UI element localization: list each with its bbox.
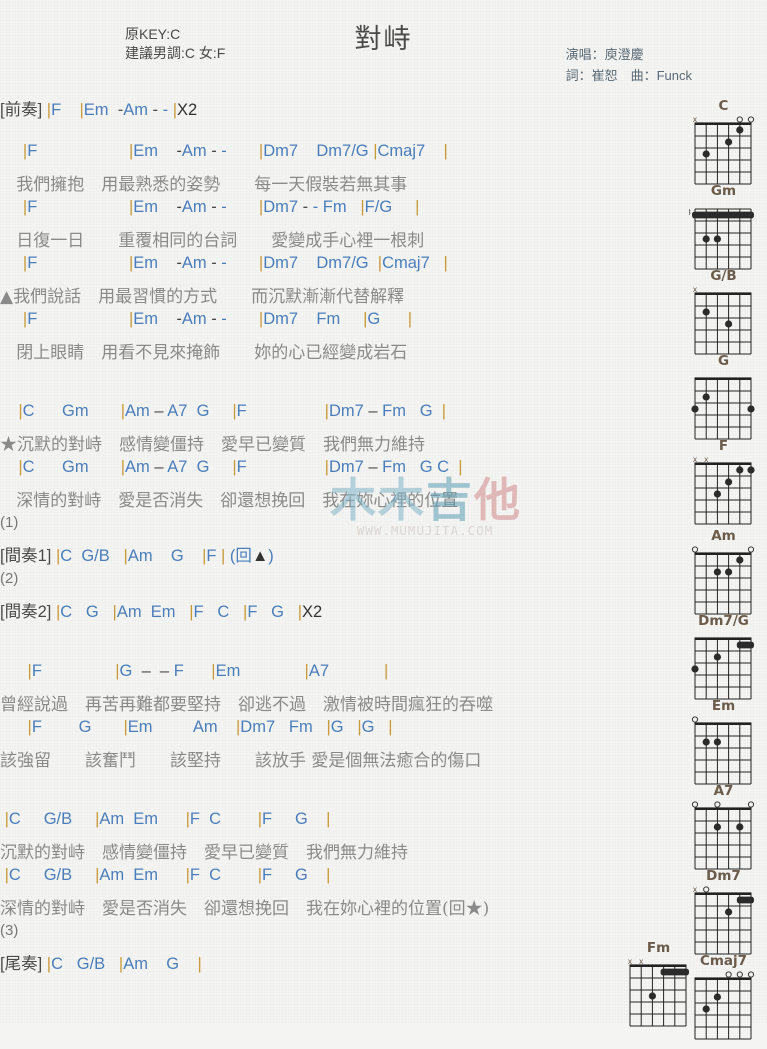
chord-diagram-label: C [718, 98, 729, 114]
lyric-line: 日復一日 重覆相同的台詞 愛變成手心裡一根刺 [0, 231, 425, 251]
lyric-line: ★沉默的對峙 感情變僵持 愛早已變質 我們無力維持 [0, 435, 425, 455]
chord-diagram-grid: 3 [685, 199, 762, 279]
chord-diagram-a7: A7 [685, 783, 762, 879]
lyric-line: 該強留 該奮鬥 該堅持 該放手 愛是個無法癒合的傷口 [0, 751, 482, 771]
lyric-line: 曾經說過 再苦再難都要堅持 卻逃不過 激情被時間瘋狂的吞噬 [0, 695, 493, 715]
chord-diagram-grid: x [685, 284, 762, 364]
chord-diagram-grid [685, 369, 762, 449]
chord-sheet: 原KEY:C 建議男調:C 女:F 對峙 演唱：庾澄慶 詞：崔恕 曲：Funck… [0, 0, 767, 1040]
chord-diagram-grid [685, 714, 762, 794]
chord-diagram-label: A7 [713, 783, 734, 799]
chord-diagram-label: Am [711, 528, 736, 544]
chord-diagram-label: Dm7/G [698, 613, 749, 629]
chord-line: [前奏] |F |Em -Am - - |X2 [0, 101, 198, 119]
chord-diagram-gm: Gm 3 [685, 183, 762, 279]
chord-diagram-g: G [685, 353, 762, 449]
chord-diagram-grid [685, 799, 762, 879]
writer-line: 詞：崔恕 曲：Funck [565, 68, 692, 83]
chord-diagram-label: Fm [646, 940, 671, 956]
chord-line: |F |Em -Am - - |Dm7 Fm |G | [22, 310, 413, 328]
chord-line: [間奏2] |C G |Am Em |F C |F G |X2 [0, 603, 323, 621]
lyric-line: 深情的對峙 愛是否消失 卻還想挽回 我在妳心裡的位置(回★) [0, 899, 490, 919]
chord-diagram-grid [685, 629, 762, 709]
lyric-line: 閉上眼睛 用看不見來掩飾 妳的心已經變成岩石 [0, 343, 408, 363]
chord-diagram-am: Am [685, 528, 762, 624]
chord-diagram-label: Em [711, 698, 736, 714]
section-marker: (3) [0, 922, 19, 939]
chord-line: |C G/B |Am Em |F C |F G | [4, 866, 331, 884]
chord-line: |F |Em -Am - - |Dm7 Dm7/G |Cmaj7 | [22, 142, 448, 160]
lyric-line: 沉默的對峙 感情變僵持 愛早已變質 我們無力維持 [0, 843, 408, 863]
section-marker: (1) [0, 514, 19, 531]
chord-line: |F |Em -Am - - |Dm7 - - Fm |F/G | [22, 198, 420, 216]
chord-line: |C G/B |Am Em |F C |F G | [4, 810, 331, 828]
chord-diagram-c: Cx [685, 98, 762, 194]
chord-diagram-label: Gm [710, 183, 737, 199]
chord-line: |F G |Em Am |Dm7 Fm |G |G | [27, 718, 393, 736]
chord-diagram-label: F [718, 438, 729, 454]
song-body: [前奏] |F |Em -Am - - |X2 |F |Em -Am - - |… [0, 96, 686, 978]
chord-line: |F |G – – F |Em |A7 | [27, 662, 389, 680]
chord-diagram-f: Fxx [685, 438, 762, 534]
lyric-line: 我們擁抱 用最熟悉的姿勢 每一天假裝若無其事 [0, 175, 408, 195]
chord-diagram-label: G/B [710, 268, 737, 284]
singer-line: 演唱：庾澄慶 [565, 47, 644, 62]
chord-diagram-label: G [717, 353, 730, 369]
svg-text:3: 3 [689, 208, 691, 217]
chord-diagram-fm: Fm x x [620, 940, 697, 1036]
chord-diagram-dm7-g: Dm7/G [685, 613, 762, 709]
section-marker: (2) [0, 570, 19, 587]
credits: 演唱：庾澄慶 詞：崔恕 曲：Funck [566, 44, 692, 86]
chord-diagram-grid [685, 544, 762, 624]
chord-line: [間奏1] |C G/B |Am G |F | (回▲) [0, 547, 274, 565]
chord-line: |C Gm |Am – A7 G |F |Dm7 – Fm G | [18, 402, 447, 420]
chord-line: |C Gm |Am – A7 G |F |Dm7 – Fm G C | [18, 458, 463, 476]
chord-diagram-grid: x [685, 114, 762, 194]
lyric-line: ▲我們說話 用最習慣的方式 而沉默漸漸代替解釋 [0, 287, 405, 307]
chord-diagram-grid: xx [620, 956, 697, 1036]
chord-diagram-em: Em [685, 698, 762, 794]
chord-diagram-grid: xx [685, 454, 762, 534]
lyric-line: 深情的對峙 愛是否消失 卻還想挽回 我在妳心裡的位置 [0, 491, 459, 511]
chord-diagram-label: Dm7 [706, 868, 741, 884]
chord-line: [尾奏] |C G/B |Am G | [0, 955, 202, 973]
chord-line: |F |Em -Am - - |Dm7 Dm7/G |Cmaj7 | [22, 254, 448, 272]
chord-diagram-g-b: G/B x [685, 268, 762, 364]
